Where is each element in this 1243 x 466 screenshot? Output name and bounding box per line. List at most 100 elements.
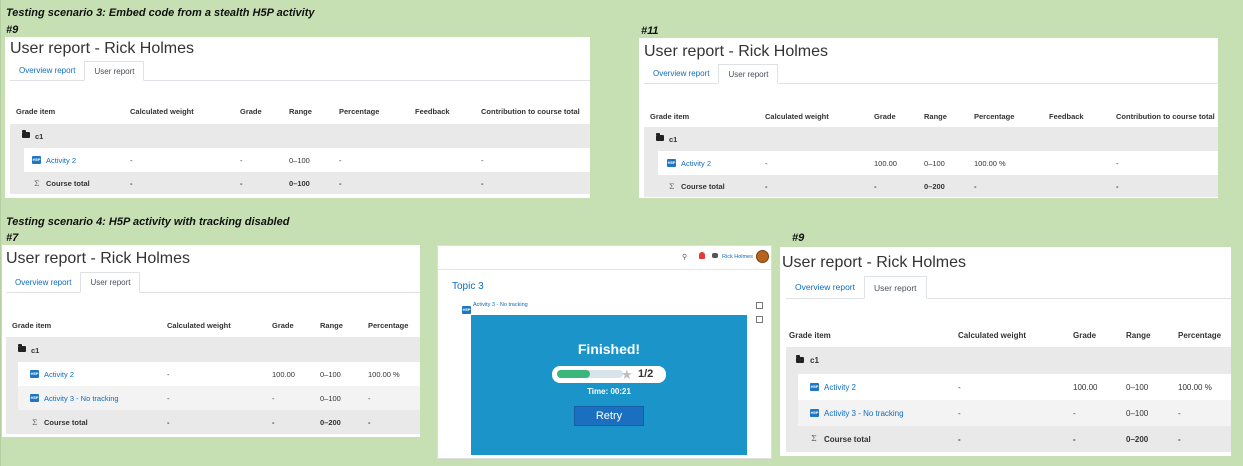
panel5-number: #9 <box>792 232 805 244</box>
contribution-value: - <box>1116 182 1119 191</box>
activity-2-link[interactable]: Activity 2 <box>46 156 76 165</box>
course-total-label: Course total <box>681 182 725 191</box>
col-grade: Grade <box>240 107 262 116</box>
col-weight: Calculated weight <box>765 112 829 121</box>
weight-value: - <box>958 409 961 418</box>
tab-user-report[interactable]: User report <box>864 276 927 299</box>
col-weight: Calculated weight <box>130 107 194 116</box>
category-row: c1 <box>10 124 590 148</box>
grade-value: 100.00 <box>1073 383 1098 392</box>
range-value: 0–100 <box>1126 383 1149 392</box>
table-row: H5P Activity 2 - 100.00 0–100 100.00 % <box>6 362 420 386</box>
percentage-value: 100.00 % <box>1178 383 1212 392</box>
report-tabs: Overview report User report <box>6 272 420 293</box>
tab-overview-report[interactable]: Overview report <box>786 276 864 298</box>
grade-value: - <box>272 394 275 403</box>
col-percentage: Percentage <box>339 107 380 116</box>
activity-link[interactable]: Activity 3 - No tracking <box>473 302 528 308</box>
weight-value: - <box>167 394 170 403</box>
course-total-row: Σ Course total - - 0–200 - - <box>644 175 1218 197</box>
col-percentage: Percentage <box>1178 331 1222 340</box>
activity-3-link[interactable]: Activity 3 - No tracking <box>824 409 904 418</box>
tab-user-report[interactable]: User report <box>84 61 145 81</box>
panel3-number: #7 <box>6 232 19 244</box>
completion-checkbox[interactable] <box>756 302 763 309</box>
activity-2-link[interactable]: Activity 2 <box>824 383 856 392</box>
table-row: H5P Activity 3 - No tracking - - 0–100 - <box>6 386 420 410</box>
panel1-number: #9 <box>6 24 19 36</box>
time-text: Time: 00:21 <box>587 387 631 396</box>
navbar: ⚲ Rick Holmes <box>438 246 771 270</box>
message-icon[interactable] <box>712 253 718 258</box>
sigma-icon: Σ <box>32 418 38 427</box>
sigma-icon: Σ <box>811 434 817 443</box>
retry-button[interactable]: Retry <box>574 406 644 426</box>
grade-value: - <box>1073 409 1076 418</box>
percentage-value: - <box>1178 435 1181 444</box>
grade-table: Grade item Calculated weight Grade Range… <box>786 324 1231 456</box>
col-grade-item: Grade item <box>16 107 56 116</box>
grade-value: - <box>240 179 243 188</box>
activity-2-link[interactable]: Activity 2 <box>44 370 74 379</box>
col-grade-item: Grade item <box>650 112 690 121</box>
avatar[interactable] <box>756 250 769 263</box>
tab-user-report[interactable]: User report <box>80 272 141 293</box>
report-tabs: Overview report User report <box>786 276 1231 299</box>
activity-3-link[interactable]: Activity 3 - No tracking <box>44 394 119 403</box>
tab-overview-report[interactable]: Overview report <box>644 64 718 83</box>
grade-table: Grade item Calculated weight Grade Range… <box>6 313 420 437</box>
completion-checkbox[interactable] <box>756 316 763 323</box>
grade-value: - <box>240 156 243 165</box>
col-range: Range <box>320 321 343 330</box>
weight-value: - <box>167 370 170 379</box>
category-name: c1 <box>35 132 44 141</box>
course-total-label: Course total <box>44 418 88 427</box>
course-total-label: Course total <box>46 179 90 188</box>
scenario3-heading: Testing scenario 3: Embed code from a st… <box>6 7 315 19</box>
report-tabs: Overview report User report <box>10 61 590 81</box>
weight-value: - <box>765 159 768 168</box>
grade-value: 100.00 <box>272 370 295 379</box>
grid-line <box>0 0 1 466</box>
search-icon[interactable]: ⚲ <box>682 253 687 261</box>
user-report-panel-2: User report - Rick Holmes Overview repor… <box>639 38 1218 198</box>
percentage-value: - <box>339 179 342 188</box>
col-percentage: Percentage <box>974 112 1015 121</box>
contribution-value: - <box>481 156 484 165</box>
col-contribution: Contribution to course total <box>481 107 580 116</box>
table-row: H5P Activity 2 - 100.00 0–100 100.00 % - <box>644 151 1218 175</box>
col-grade-item: Grade item <box>789 331 831 340</box>
tab-overview-report[interactable]: Overview report <box>10 61 84 80</box>
notification-bell-icon[interactable] <box>699 252 705 259</box>
scenario4-heading: Testing scenario 4: H5P activity with tr… <box>6 216 290 228</box>
activity-2-link[interactable]: Activity 2 <box>681 159 711 168</box>
category-name: c1 <box>669 135 678 144</box>
range-value: 0–100 <box>289 179 310 188</box>
weight-value: - <box>130 179 133 188</box>
range-value: 0–200 <box>924 182 945 191</box>
col-feedback: Feedback <box>1049 112 1084 121</box>
tab-user-report[interactable]: User report <box>718 64 779 84</box>
user-report-panel-3: User report - Rick Holmes Overview repor… <box>2 245 420 437</box>
weight-value: - <box>958 383 961 392</box>
percentage-value: 100.00 % <box>368 370 400 379</box>
h5p-icon: H5P <box>462 305 471 314</box>
topic-heading[interactable]: Topic 3 <box>452 281 484 292</box>
col-range: Range <box>924 112 947 121</box>
percentage-value: - <box>1178 409 1181 418</box>
percentage-value: 100.00 % <box>974 159 1006 168</box>
page-title: User report - Rick Holmes <box>6 250 191 267</box>
weight-value: - <box>765 182 768 191</box>
range-value: 0–100 <box>1126 409 1149 418</box>
user-menu-name[interactable]: Rick Holmes <box>722 254 753 260</box>
score-bar: ★ 1/2 <box>552 366 666 383</box>
col-feedback: Feedback <box>415 107 450 116</box>
category-row: c1 <box>786 347 1231 374</box>
weight-value: - <box>130 156 133 165</box>
user-report-panel-1: User report - Rick Holmes Overview repor… <box>5 37 590 198</box>
range-value: 0–100 <box>924 159 945 168</box>
finished-title: Finished! <box>577 341 641 357</box>
tab-overview-report[interactable]: Overview report <box>6 272 80 292</box>
page-title: User report - Rick Holmes <box>782 254 967 271</box>
score-text: 1/2 <box>638 368 654 380</box>
